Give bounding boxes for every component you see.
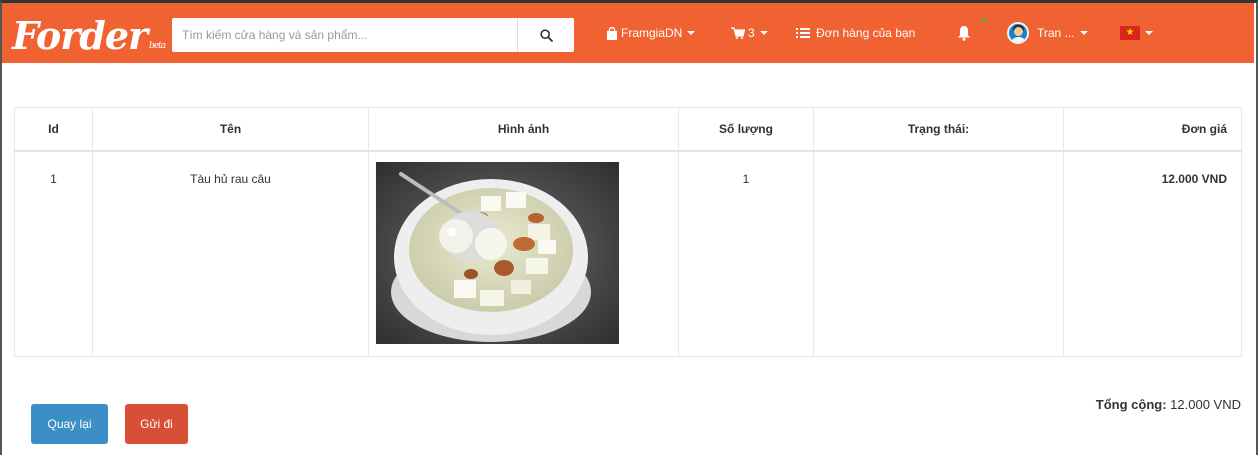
cell-id: 1 — [14, 150, 93, 357]
table-header-row: Id Tên Hình ảnh Số lượng Trạng thái: Đơn… — [14, 107, 1242, 152]
header-status: Trạng thái: — [813, 107, 1064, 152]
bell-icon — [958, 26, 970, 41]
user-name: Tran ... — [1037, 26, 1075, 40]
cell-quantity: 1 — [678, 150, 814, 357]
cart-icon — [731, 27, 745, 39]
user-menu[interactable]: Tran ... — [1007, 3, 1088, 63]
brand-name: Forder — [12, 13, 148, 58]
store-label: FramgiaDN — [621, 26, 683, 40]
header-price: Đơn giá — [1063, 107, 1242, 152]
table-row: 1 Tàu hủ rau câu 1 12.000 VND — [14, 150, 1242, 357]
cell-status — [813, 150, 1064, 357]
shopping-bag-icon — [607, 26, 617, 40]
search-input[interactable] — [172, 18, 517, 52]
search-icon — [539, 28, 553, 42]
store-menu[interactable]: FramgiaDN — [606, 3, 696, 63]
back-button[interactable]: Quay lại — [31, 404, 108, 444]
header-id: Id — [14, 107, 93, 152]
product-image — [376, 161, 619, 344]
cell-name: Tàu hủ rau câu — [92, 150, 369, 357]
avatar — [1007, 22, 1029, 44]
chevron-down-icon — [759, 31, 768, 35]
brand-beta-tag: beta — [149, 41, 166, 51]
chevron-down-icon — [1079, 31, 1088, 35]
chevron-down-icon — [687, 31, 696, 35]
cart-count: 3 — [748, 26, 755, 40]
total-label: Tổng cộng: — [1095, 397, 1167, 412]
brand-logo[interactable]: Forder beta — [12, 11, 166, 58]
search-bar — [172, 18, 574, 52]
order-table-container: Id Tên Hình ảnh Số lượng Trạng thái: Đơn… — [14, 107, 1242, 357]
notification-dot — [982, 18, 986, 22]
orders-label: Đơn hàng của bạn — [816, 26, 916, 40]
list-icon — [796, 28, 810, 38]
orders-link[interactable]: Đơn hàng của bạn — [796, 3, 915, 63]
vietnam-flag-icon: ★ — [1120, 26, 1140, 40]
chevron-down-icon — [1145, 31, 1153, 35]
notifications-button[interactable] — [957, 3, 986, 63]
order-table: Id Tên Hình ảnh Số lượng Trạng thái: Đơn… — [14, 107, 1242, 357]
header-image: Hình ảnh — [368, 107, 679, 152]
order-total: Tổng cộng: 12.000 VND — [1096, 397, 1241, 412]
header-name: Tên — [92, 107, 369, 152]
cart-menu[interactable]: 3 — [731, 3, 768, 63]
total-value: 12.000 VND — [1170, 397, 1241, 412]
search-button[interactable] — [517, 18, 574, 52]
cell-image — [368, 150, 679, 357]
send-button[interactable]: Gửi đi — [125, 404, 188, 444]
cell-price: 12.000 VND — [1063, 150, 1242, 357]
top-navbar: Forderbeta FramgiaDN 3 Đ — [2, 3, 1254, 63]
language-menu[interactable]: ★ — [1120, 3, 1153, 63]
header-quantity: Số lượng — [678, 107, 814, 152]
